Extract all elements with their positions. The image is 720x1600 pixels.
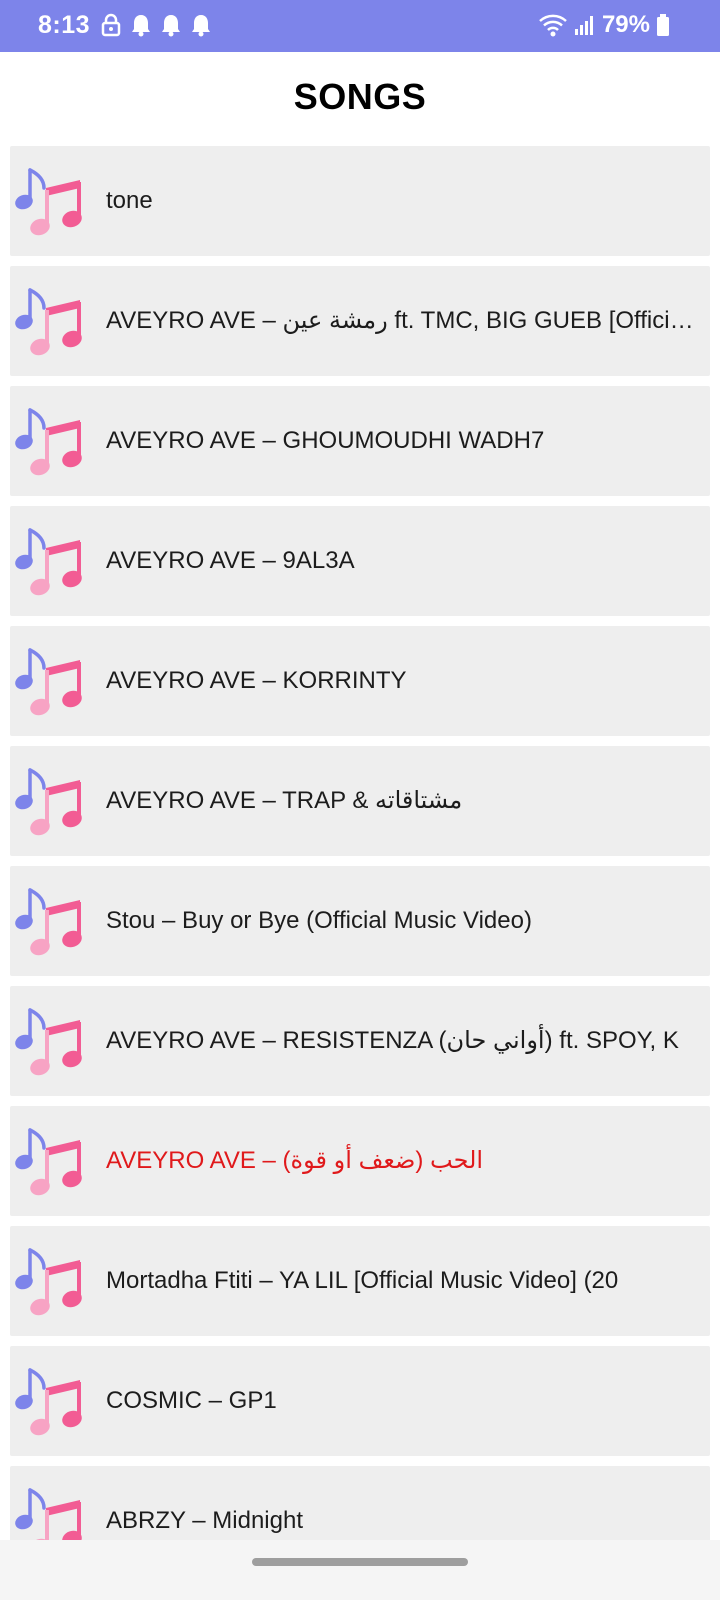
- song-list-item[interactable]: AVEYRO AVE – رمشة عين ft. TMC, BIG GUEB …: [10, 266, 710, 376]
- song-list-item[interactable]: Mortadha Ftiti – YA LIL [Official Music …: [10, 1226, 710, 1336]
- song-list-item[interactable]: COSMIC – GP1: [10, 1346, 710, 1456]
- signal-icon: [574, 16, 593, 35]
- lock-icon: [101, 13, 121, 37]
- song-title: ABRZY – Midnight: [106, 1507, 303, 1534]
- song-title: COSMIC – GP1: [106, 1387, 277, 1414]
- song-list[interactable]: tone AVEYRO AVE – رمشة عين ft. TMC, BIG …: [0, 140, 720, 1540]
- song-list-item[interactable]: AVEYRO AVE – RESISTENZA (أواني حان) ft. …: [10, 986, 710, 1096]
- song-title: tone: [106, 187, 153, 214]
- song-title: AVEYRO AVE – الحب (ضعف أو قوة): [106, 1147, 484, 1174]
- music-note-icon: [15, 408, 82, 476]
- song-title: AVEYRO AVE – KORRINTY: [106, 667, 407, 694]
- navigation-bar: [0, 1540, 720, 1600]
- music-note-icon: [15, 1128, 82, 1196]
- music-note-icon: [15, 1368, 82, 1436]
- song-title: Mortadha Ftiti – YA LIL [Official Music …: [106, 1267, 619, 1294]
- status-bar: 8:13 79%: [0, 0, 720, 52]
- song-title: Stou – Buy or Bye (Official Music Video): [106, 907, 532, 934]
- song-title: AVEYRO AVE – RESISTENZA (أواني حان) ft. …: [106, 1027, 679, 1054]
- song-list-item[interactable]: AVEYRO AVE – الحب (ضعف أو قوة): [10, 1106, 710, 1216]
- song-list-item[interactable]: AVEYRO AVE – GHOUMOUDHI WADH7: [10, 386, 710, 496]
- battery-icon: [657, 14, 669, 36]
- status-notification-icons: [100, 13, 212, 37]
- music-note-icon: [15, 528, 82, 596]
- music-note-icon: [15, 1008, 82, 1076]
- bell-icon: [162, 15, 180, 37]
- home-indicator[interactable]: [252, 1558, 468, 1566]
- song-list-item[interactable]: AVEYRO AVE – KORRINTY: [10, 626, 710, 736]
- music-note-icon: [15, 768, 82, 836]
- bell-icon: [132, 15, 150, 37]
- song-list-item[interactable]: tone: [10, 146, 710, 256]
- song-list-item[interactable]: AVEYRO AVE – TRAP & مشتاقاته: [10, 746, 710, 856]
- music-note-icon: [15, 288, 82, 356]
- song-title: AVEYRO AVE – TRAP & مشتاقاته: [106, 787, 463, 814]
- song-title: AVEYRO AVE – رمشة عين ft. TMC, BIG GUEB …: [106, 307, 694, 334]
- song-list-item[interactable]: AVEYRO AVE – 9AL3A: [10, 506, 710, 616]
- song-title: AVEYRO AVE – 9AL3A: [106, 547, 355, 574]
- song-list-item[interactable]: ABRZY – Midnight: [10, 1466, 710, 1540]
- wifi-icon: [539, 14, 567, 37]
- music-note-icon: [15, 168, 82, 236]
- bell-icon: [192, 15, 210, 37]
- song-list-item[interactable]: Stou – Buy or Bye (Official Music Video): [10, 866, 710, 976]
- music-note-icon: [15, 1248, 82, 1316]
- music-note-icon: [15, 648, 82, 716]
- music-note-icon: [15, 888, 82, 956]
- song-title: AVEYRO AVE – GHOUMOUDHI WADH7: [106, 427, 545, 454]
- app-bar: SONGS: [0, 52, 720, 140]
- battery-percentage: 79%: [601, 11, 650, 38]
- status-right-cluster: 79%: [538, 11, 670, 39]
- page-title: SONGS: [293, 76, 427, 117]
- song-list-track: tone AVEYRO AVE – رمشة عين ft. TMC, BIG …: [0, 140, 720, 1540]
- status-time: 8:13: [38, 11, 91, 39]
- music-note-icon: [15, 1488, 82, 1540]
